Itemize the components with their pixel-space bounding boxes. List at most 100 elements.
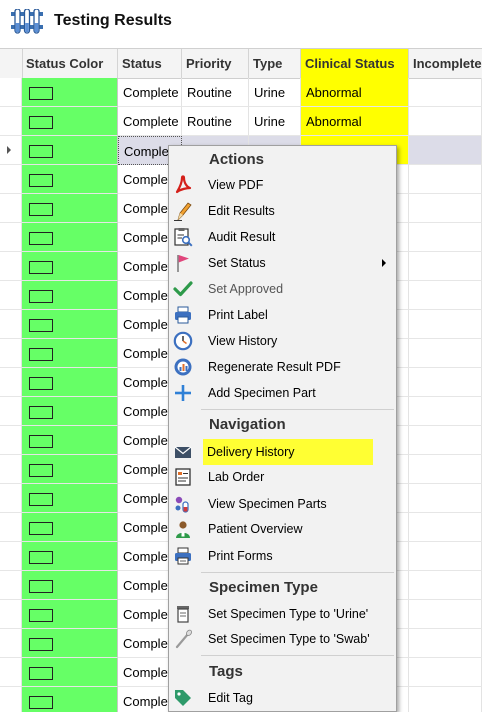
incomplete-cell[interactable] [409, 658, 482, 687]
row-header-cell[interactable] [0, 165, 22, 194]
row-header-cell[interactable] [0, 223, 22, 252]
incomplete-cell[interactable] [409, 252, 482, 281]
incomplete-cell[interactable] [409, 687, 482, 712]
row-header-cell[interactable] [0, 455, 22, 484]
menu-item-print-forms[interactable]: Print Forms [169, 543, 396, 569]
type-cell[interactable]: Urine [249, 78, 301, 107]
status-color-cell[interactable] [22, 542, 118, 571]
row-header-cell[interactable] [0, 281, 22, 310]
clinical-status-cell[interactable]: Abnormal [301, 107, 409, 136]
status-color-swatch [29, 580, 53, 593]
status-color-cell[interactable] [22, 397, 118, 426]
menu-item-set-type-urine[interactable]: Set Specimen Type to 'Urine' [169, 601, 396, 627]
menu-item-edit-tag[interactable]: Edit Tag [169, 685, 396, 711]
incomplete-cell[interactable] [409, 136, 482, 165]
incomplete-cell[interactable] [409, 455, 482, 484]
status-cell[interactable]: Complete [118, 107, 182, 136]
status-color-cell[interactable] [22, 194, 118, 223]
status-color-cell[interactable] [22, 629, 118, 658]
column-header-incomplete[interactable]: Incomplete [409, 49, 482, 78]
priority-cell[interactable]: Routine [182, 107, 249, 136]
menu-item-audit-result[interactable]: Audit Result [169, 224, 396, 250]
menu-item-set-approved[interactable]: Set Approved [169, 276, 396, 302]
incomplete-cell[interactable] [409, 513, 482, 542]
status-color-cell[interactable] [22, 513, 118, 542]
incomplete-cell[interactable] [409, 426, 482, 455]
status-color-cell[interactable] [22, 484, 118, 513]
status-color-cell[interactable] [22, 658, 118, 687]
status-color-cell[interactable] [22, 136, 118, 165]
row-header-cell[interactable] [0, 397, 22, 426]
status-color-cell[interactable] [22, 687, 118, 712]
clinical-status-cell[interactable]: Abnormal [301, 78, 409, 107]
column-header-status[interactable]: Status [118, 49, 182, 78]
menu-item-view-specimen-parts[interactable]: View Specimen Parts [169, 491, 396, 517]
column-header-priority[interactable]: Priority [182, 49, 249, 78]
row-header-cell[interactable] [0, 107, 22, 136]
column-header-status-color[interactable]: Status Color [22, 49, 118, 78]
menu-item-add-specimen-part[interactable]: Add Specimen Part [169, 380, 396, 406]
row-header-cell[interactable] [0, 600, 22, 629]
incomplete-cell[interactable] [409, 339, 482, 368]
status-color-cell[interactable] [22, 78, 118, 107]
status-color-cell[interactable] [22, 426, 118, 455]
incomplete-cell[interactable] [409, 368, 482, 397]
status-color-cell[interactable] [22, 310, 118, 339]
status-color-cell[interactable] [22, 107, 118, 136]
status-cell[interactable]: Complete [118, 78, 182, 107]
status-color-cell[interactable] [22, 339, 118, 368]
column-header-clinical-status[interactable]: Clinical Status [301, 49, 409, 78]
incomplete-cell[interactable] [409, 223, 482, 252]
row-header-cell[interactable] [0, 252, 22, 281]
incomplete-cell[interactable] [409, 165, 482, 194]
incomplete-cell[interactable] [409, 542, 482, 571]
menu-item-patient-overview[interactable]: Patient Overview [169, 516, 396, 542]
type-cell[interactable]: Urine [249, 107, 301, 136]
row-header-cell[interactable] [0, 310, 22, 339]
incomplete-cell[interactable] [409, 571, 482, 600]
table-row[interactable]: Complete Routine Urine Abnormal [0, 78, 482, 107]
status-color-cell[interactable] [22, 281, 118, 310]
row-header-cell[interactable] [0, 629, 22, 658]
menu-item-regenerate-result-pdf[interactable]: Regenerate Result PDF [169, 354, 396, 380]
status-color-cell[interactable] [22, 223, 118, 252]
row-header-cell[interactable] [0, 687, 22, 712]
menu-item-lab-order[interactable]: Lab Order [169, 464, 396, 490]
row-header-cell[interactable] [0, 513, 22, 542]
row-header-cell[interactable] [0, 78, 22, 107]
menu-item-set-type-swab[interactable]: Set Specimen Type to 'Swab' [169, 626, 396, 652]
row-header-cell[interactable] [0, 136, 22, 165]
menu-item-print-label[interactable]: Print Label [169, 302, 396, 328]
row-header-cell[interactable] [0, 571, 22, 600]
row-header-cell[interactable] [0, 542, 22, 571]
menu-item-view-pdf[interactable]: View PDF [169, 172, 396, 198]
column-header-type[interactable]: Type [249, 49, 301, 78]
incomplete-cell[interactable] [409, 600, 482, 629]
row-header-cell[interactable] [0, 194, 22, 223]
menu-item-view-history[interactable]: View History [169, 328, 396, 354]
row-header-cell[interactable] [0, 339, 22, 368]
status-color-cell[interactable] [22, 252, 118, 281]
incomplete-cell[interactable] [409, 78, 482, 107]
incomplete-cell[interactable] [409, 484, 482, 513]
row-header-cell[interactable] [0, 368, 22, 397]
status-color-cell[interactable] [22, 600, 118, 629]
status-color-cell[interactable] [22, 368, 118, 397]
menu-item-delivery-history[interactable]: Delivery History [169, 439, 396, 465]
table-row[interactable]: Complete Routine Urine Abnormal [0, 107, 482, 136]
status-color-cell[interactable] [22, 571, 118, 600]
status-color-cell[interactable] [22, 165, 118, 194]
menu-item-edit-results[interactable]: Edit Results [169, 198, 396, 224]
incomplete-cell[interactable] [409, 107, 482, 136]
incomplete-cell[interactable] [409, 194, 482, 223]
status-color-cell[interactable] [22, 455, 118, 484]
incomplete-cell[interactable] [409, 397, 482, 426]
incomplete-cell[interactable] [409, 281, 482, 310]
row-header-cell[interactable] [0, 658, 22, 687]
menu-item-set-status[interactable]: Set Status [169, 250, 396, 276]
incomplete-cell[interactable] [409, 629, 482, 658]
priority-cell[interactable]: Routine [182, 78, 249, 107]
incomplete-cell[interactable] [409, 310, 482, 339]
row-header-cell[interactable] [0, 426, 22, 455]
row-header-cell[interactable] [0, 484, 22, 513]
